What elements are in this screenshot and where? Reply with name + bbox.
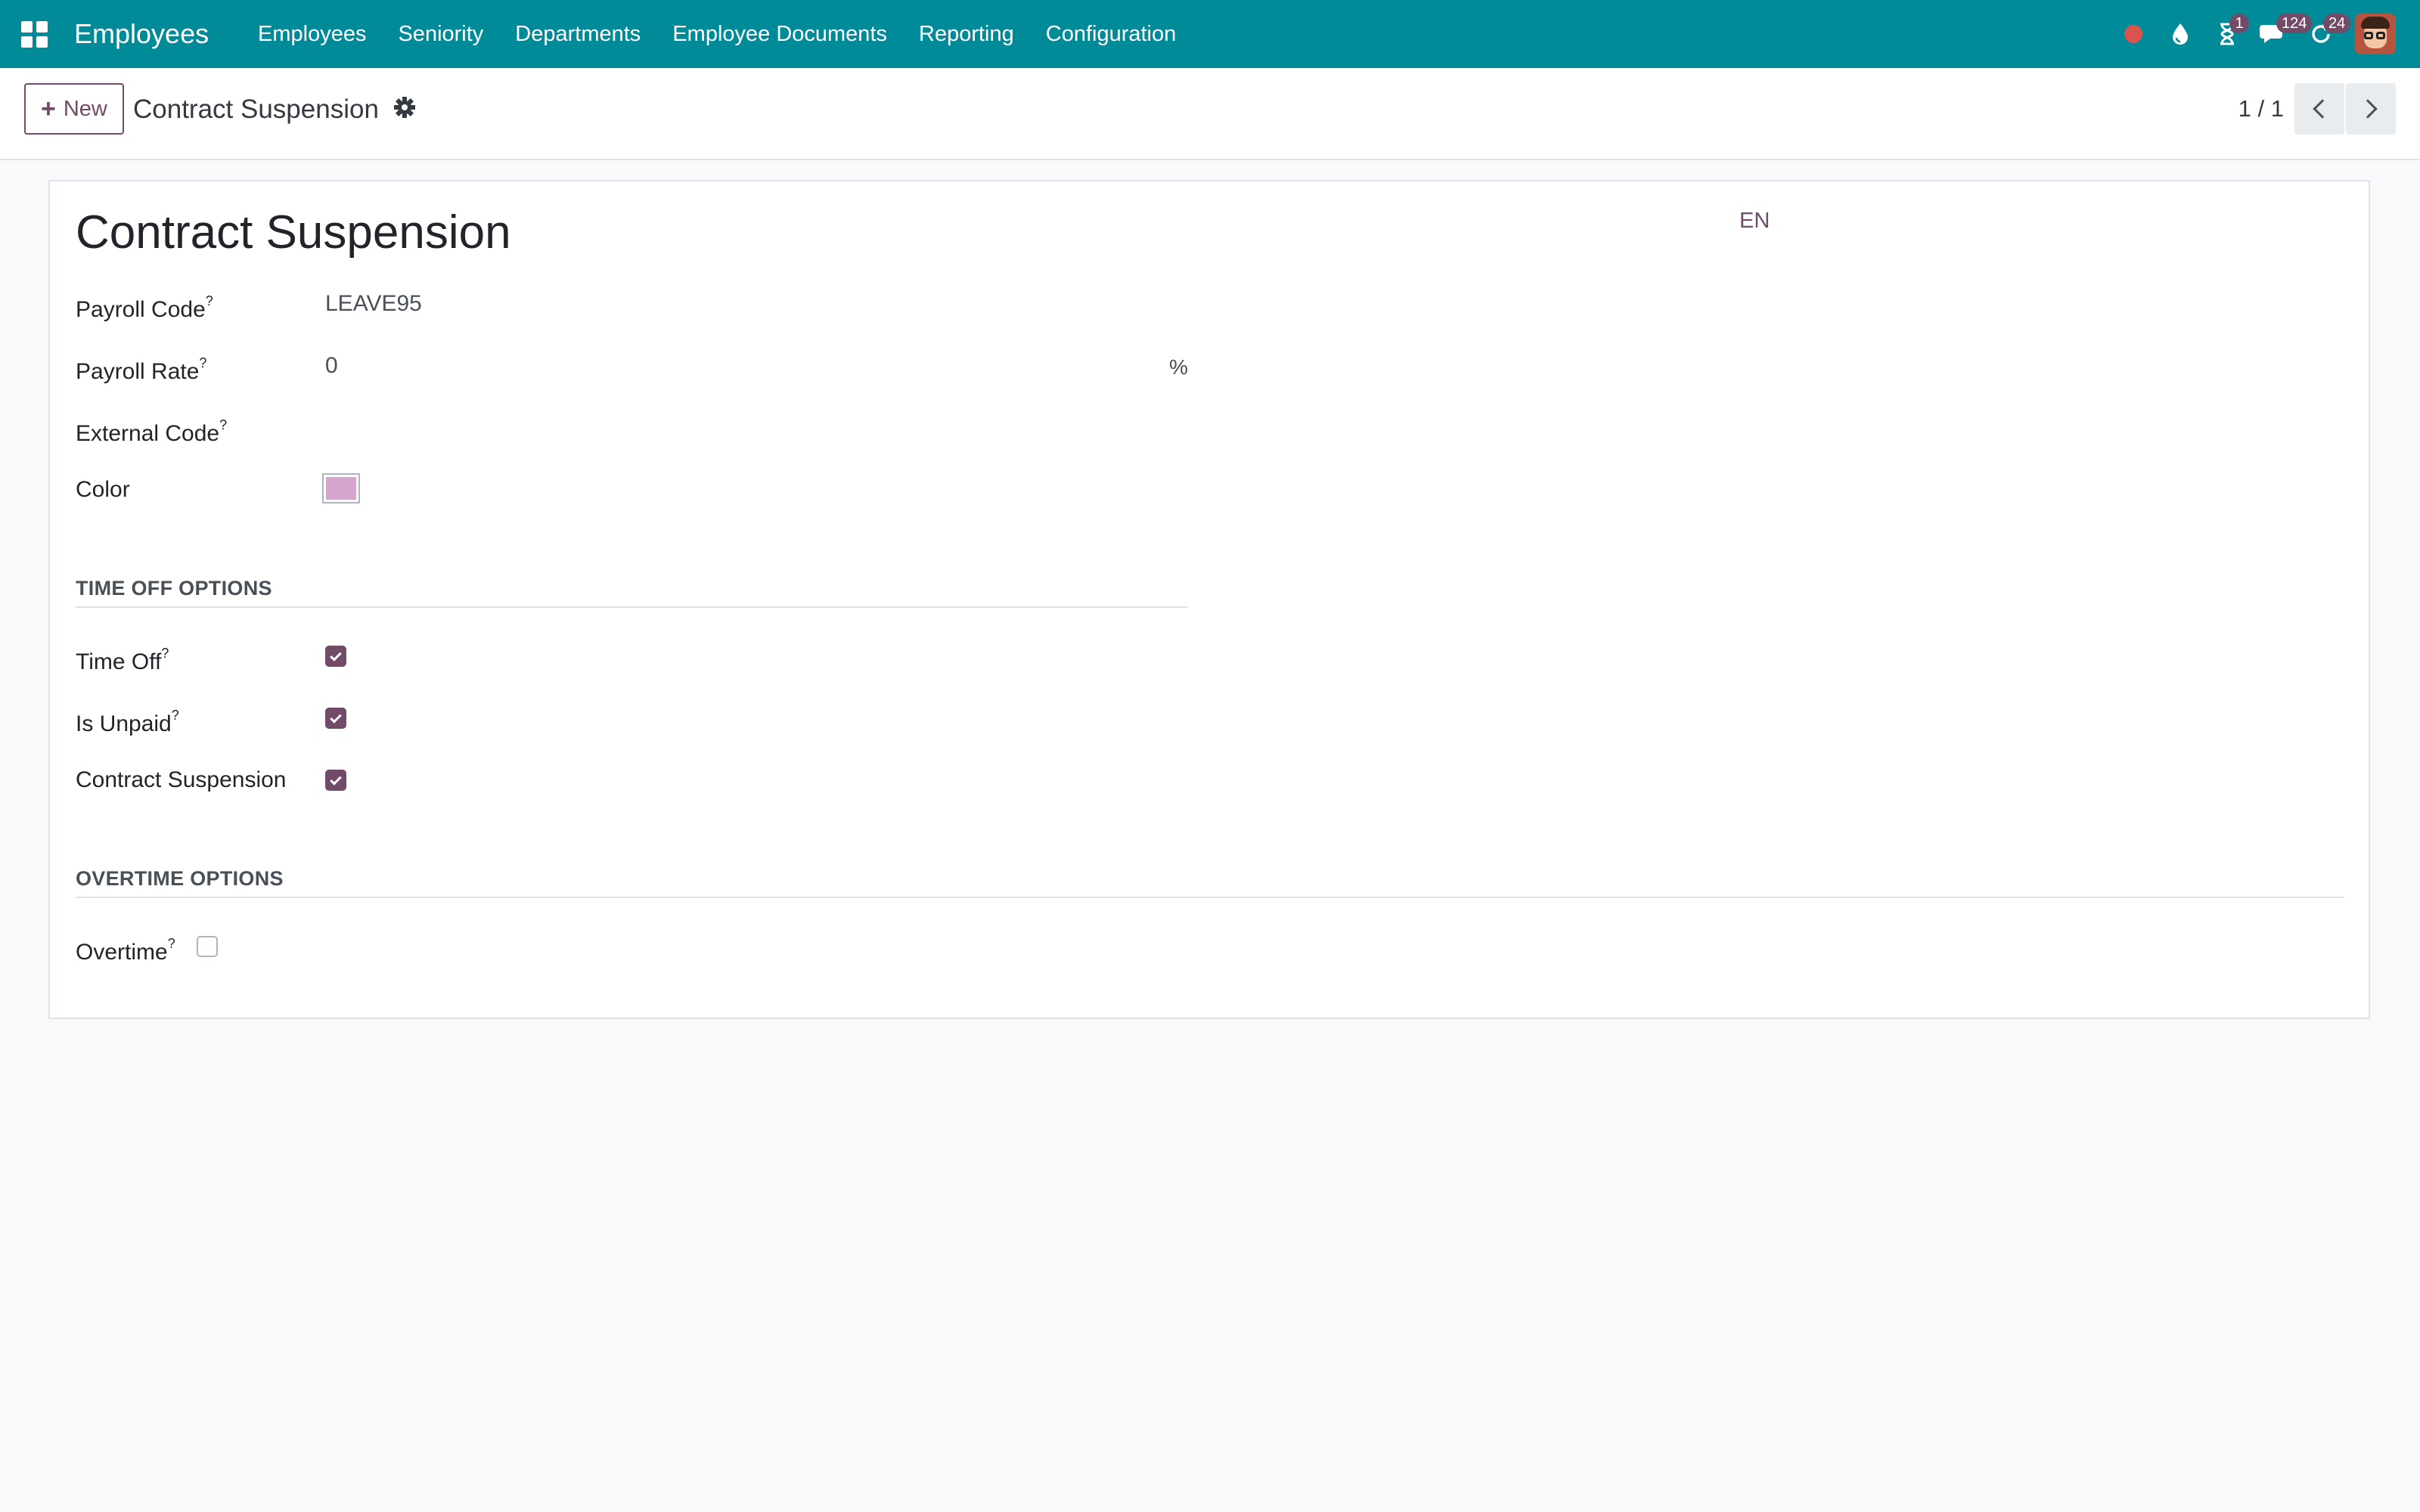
systray: 1 124 24: [2110, 0, 2420, 68]
drop-icon[interactable]: [2157, 0, 2204, 68]
checkmark-icon: [330, 773, 342, 785]
external-code-label: External Code?: [76, 417, 228, 446]
payroll-code-input[interactable]: LEAVE95: [325, 289, 422, 319]
help-tooltip-icon[interactable]: ?: [206, 293, 213, 308]
menu-employee-documents[interactable]: Employee Documents: [656, 19, 903, 49]
payroll-rate-input[interactable]: 0: [325, 351, 338, 381]
main-menu: Employees Seniority Departments Employee…: [242, 19, 1192, 49]
is-unpaid-label: Is Unpaid?: [76, 708, 179, 736]
contract-suspension-label: Contract Suspension: [76, 767, 287, 792]
form-sheet: Contract Suspension EN Payroll Code? LEA…: [48, 180, 2370, 1019]
help-tooltip-icon[interactable]: ?: [199, 355, 206, 370]
user-avatar[interactable]: [2355, 14, 2396, 54]
activities-badge: 1: [2229, 14, 2249, 33]
color-label: Color: [76, 477, 130, 502]
gear-icon[interactable]: [393, 91, 416, 127]
apps-menu-icon[interactable]: [21, 21, 48, 48]
menu-configuration[interactable]: Configuration: [1030, 19, 1193, 49]
chat-icon[interactable]: 124: [2251, 0, 2313, 68]
time-off-label: Time Off?: [76, 646, 169, 674]
time-off-options-heading: TIME OFF OPTIONS: [76, 577, 272, 600]
payroll-rate-label: Payroll Rate?: [76, 355, 207, 384]
chevron-left-icon: [2313, 99, 2332, 119]
overtime-checkbox[interactable]: [197, 936, 218, 957]
menu-employees[interactable]: Employees: [242, 19, 382, 49]
menu-departments[interactable]: Departments: [499, 19, 656, 49]
pager-value[interactable]: 1 / 1: [2238, 92, 2284, 125]
breadcrumb: Contract Suspension: [133, 94, 379, 124]
hourglass-icon[interactable]: 1: [2204, 0, 2251, 68]
control-panel: + New Contract Suspension 1 / 1: [0, 68, 2420, 160]
checkmark-icon: [330, 649, 342, 662]
color-swatch-fill: [326, 477, 356, 500]
help-tooltip-icon[interactable]: ?: [168, 936, 175, 951]
menu-reporting[interactable]: Reporting: [903, 19, 1030, 49]
new-button[interactable]: + New: [24, 83, 124, 135]
record-icon[interactable]: [2110, 0, 2157, 68]
overtime-options-heading: OVERTIME OPTIONS: [76, 867, 284, 890]
new-button-label: New: [63, 96, 107, 121]
overtime-label: Overtime?: [76, 936, 175, 965]
pager-previous-button[interactable]: [2294, 83, 2344, 135]
help-tooltip-icon[interactable]: ?: [161, 646, 169, 661]
updates-badge: 24: [2323, 14, 2351, 33]
record-title[interactable]: Contract Suspension: [76, 204, 511, 262]
language-button[interactable]: EN: [1739, 209, 1770, 234]
section-divider: [76, 897, 2344, 898]
payroll-code-label: Payroll Code?: [76, 293, 213, 322]
checkmark-icon: [330, 711, 342, 723]
time-off-checkbox[interactable]: [325, 646, 346, 667]
pager-next-button[interactable]: [2346, 83, 2396, 135]
color-picker[interactable]: [322, 473, 360, 503]
help-tooltip-icon[interactable]: ?: [172, 708, 179, 723]
refresh-icon[interactable]: 24: [2297, 0, 2351, 68]
menu-seniority[interactable]: Seniority: [382, 19, 499, 49]
chevron-right-icon: [2358, 99, 2378, 119]
external-code-input[interactable]: [325, 413, 1157, 443]
percent-unit: %: [1169, 355, 1188, 379]
app-brand[interactable]: Employees: [74, 17, 209, 51]
help-tooltip-icon[interactable]: ?: [219, 417, 227, 432]
is-unpaid-checkbox[interactable]: [325, 708, 346, 729]
contract-suspension-checkbox[interactable]: [325, 770, 346, 791]
section-divider: [76, 606, 1187, 608]
top-navbar: Employees Employees Seniority Department…: [0, 0, 2420, 68]
plus-icon: +: [41, 94, 56, 123]
